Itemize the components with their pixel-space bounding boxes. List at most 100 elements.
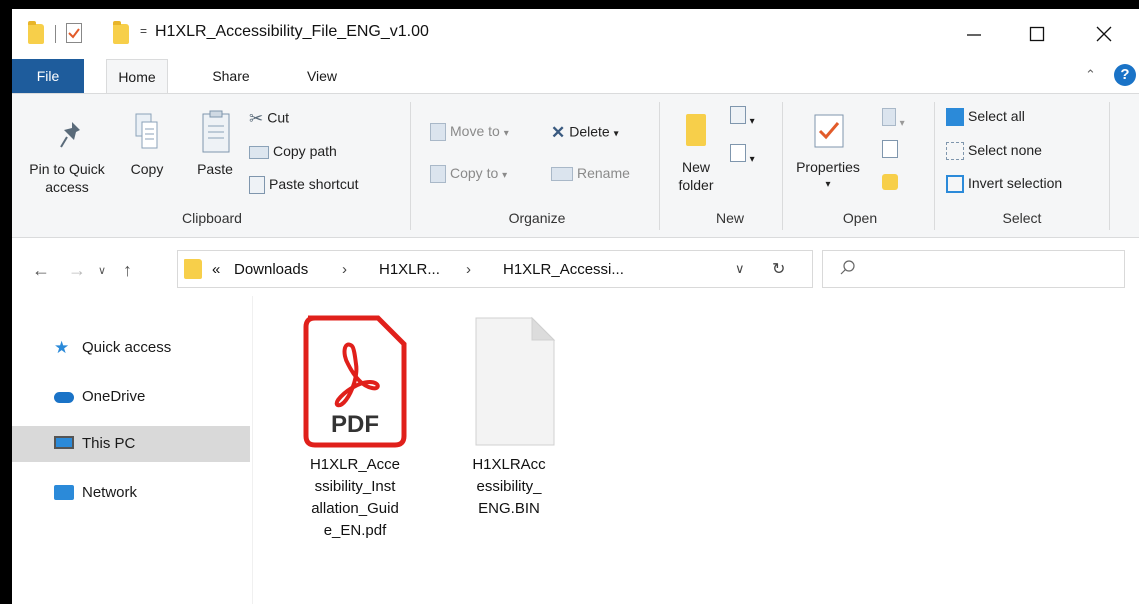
minimize-button[interactable] (951, 9, 997, 59)
cut-button[interactable]: ✂ Cut (249, 109, 289, 129)
move-to-icon (430, 123, 446, 142)
network-icon (54, 485, 74, 500)
generic-file-icon (475, 316, 556, 446)
folder-icon[interactable] (28, 21, 44, 44)
open-button[interactable]: ▾ (882, 108, 922, 129)
file-name: H1XLRAcc essibility_ ENG.BIN (444, 454, 574, 520)
copy-to-icon (430, 165, 446, 184)
search-input[interactable] (822, 250, 1125, 288)
sidebar-item-label: This PC (82, 435, 136, 452)
history-button[interactable] (882, 174, 906, 194)
paste-icon (202, 110, 230, 153)
star-icon: ★ (54, 338, 70, 357)
help-icon[interactable]: ? (1114, 64, 1136, 86)
select-group-label: Select (1002, 210, 1042, 226)
address-bar[interactable]: « Downloads › H1XLR... › H1XLR_Accessi..… (177, 250, 813, 288)
sidebar-item-network[interactable]: Network (12, 475, 250, 511)
divider (782, 102, 783, 230)
paste-button[interactable]: Paste (190, 100, 240, 204)
invert-selection-button[interactable]: Invert selection (946, 175, 1062, 194)
copy-to-button[interactable]: Copy to ▾ (430, 165, 507, 184)
divider (934, 102, 935, 230)
new-folder-label-line2: folder (678, 177, 714, 193)
divider (410, 102, 411, 230)
breadcrumb-overflow[interactable]: « (212, 261, 220, 278)
easy-access-icon (730, 144, 746, 162)
recent-locations-chevron-icon[interactable]: ∨ (98, 264, 106, 277)
file-name-line: ENG.BIN (478, 500, 540, 517)
copy-path-icon (249, 145, 269, 159)
easy-access-button[interactable]: ▾ (730, 144, 770, 168)
divider (55, 25, 56, 43)
file-name-line: allation_Guid (311, 500, 399, 517)
tab-home[interactable]: Home (106, 59, 168, 93)
sidebar-item-label: OneDrive (82, 388, 146, 405)
explorer-window: = H1XLR_Accessibility_File_ENG_v1.00 Fil… (10, 8, 1139, 604)
properties-button[interactable]: Properties ▾ (790, 100, 866, 204)
rename-button[interactable]: Rename (551, 165, 630, 182)
navigation-pane: ★ Quick access OneDrive This PC Network (12, 296, 252, 604)
copy-to-label: Copy to (450, 165, 499, 181)
copy-icon (135, 113, 158, 149)
close-button[interactable] (1081, 9, 1127, 59)
file-item-bin[interactable]: H1XLRAcc essibility_ ENG.BIN (444, 314, 574, 520)
breadcrumb-separator[interactable]: › (342, 261, 347, 278)
refresh-icon[interactable]: ↻ (772, 259, 785, 279)
select-all-button[interactable]: Select all (946, 108, 1025, 127)
tab-view[interactable]: View (287, 59, 357, 93)
history-icon (882, 174, 898, 190)
back-arrow-icon[interactable]: ← (32, 260, 50, 281)
cut-label: Cut (267, 109, 290, 126)
select-all-icon (946, 108, 964, 127)
new-folder-quick-icon[interactable] (113, 21, 129, 44)
copy-path-button[interactable]: Copy path (249, 143, 337, 159)
breadcrumb-separator[interactable]: › (466, 261, 471, 278)
pdf-file-icon: PDF (303, 315, 407, 448)
breadcrumb-h1xlr[interactable]: H1XLR... (379, 261, 440, 278)
chevron-up-icon[interactable]: ⌃ (1085, 67, 1096, 83)
quick-access-toolbar-dropdown[interactable]: = (140, 24, 147, 38)
up-arrow-icon[interactable]: ↑ (123, 260, 132, 281)
copy-button[interactable]: Copy (124, 100, 170, 204)
paste-label: Paste (197, 161, 233, 177)
sidebar-item-this-pc[interactable]: This PC (12, 426, 250, 462)
file-name-line: e_EN.pdf (323, 522, 387, 539)
scissors-icon: ✂ (249, 109, 264, 128)
copy-label: Copy (130, 161, 164, 177)
delete-button[interactable]: ✕ Delete ▾ (551, 123, 619, 143)
move-to-button[interactable]: Move to ▾ (430, 123, 509, 142)
sidebar-item-onedrive[interactable]: OneDrive (12, 379, 250, 415)
computer-icon (54, 436, 74, 449)
divider (252, 296, 253, 604)
minimize-icon (967, 34, 981, 36)
open-icon (882, 108, 896, 126)
properties-quick-icon[interactable] (66, 23, 82, 43)
new-item-icon (730, 106, 746, 124)
pin-icon (60, 122, 80, 148)
tab-share[interactable]: Share (196, 59, 266, 93)
paste-shortcut-button[interactable]: Paste shortcut (249, 176, 359, 195)
sidebar-item-quick-access[interactable]: ★ Quick access (12, 330, 250, 366)
pin-label-line2: access (45, 179, 89, 195)
breadcrumb-downloads[interactable]: Downloads (234, 261, 308, 278)
forward-arrow-icon[interactable]: → (68, 260, 86, 281)
tab-file[interactable]: File (12, 59, 84, 93)
new-folder-label-line1: New (681, 159, 710, 175)
clipboard-group-label: Clipboard (182, 210, 242, 226)
file-name-line: H1XLR_Acce (309, 456, 401, 473)
sidebar-item-label: Quick access (82, 339, 172, 356)
select-all-label: Select all (968, 108, 1025, 124)
properties-label: Properties (796, 159, 860, 175)
breadcrumb-current[interactable]: H1XLR_Accessi... (503, 261, 624, 278)
new-item-button[interactable]: ▾ (730, 106, 770, 130)
maximize-button[interactable] (1014, 9, 1060, 59)
select-none-button[interactable]: Select none (946, 142, 1042, 161)
window-title: H1XLR_Accessibility_File_ENG_v1.00 (155, 23, 429, 40)
edit-button[interactable] (882, 140, 906, 160)
chevron-down-icon[interactable]: ∨ (735, 261, 745, 277)
select-none-label: Select none (968, 142, 1042, 158)
new-folder-button[interactable]: New folder (670, 100, 722, 204)
file-item-pdf[interactable]: PDF H1XLR_Acce ssibility_Inst allation_G… (290, 314, 420, 542)
divider (1109, 102, 1110, 230)
pin-to-quick-access-button[interactable]: Pin to Quick access (20, 100, 114, 204)
